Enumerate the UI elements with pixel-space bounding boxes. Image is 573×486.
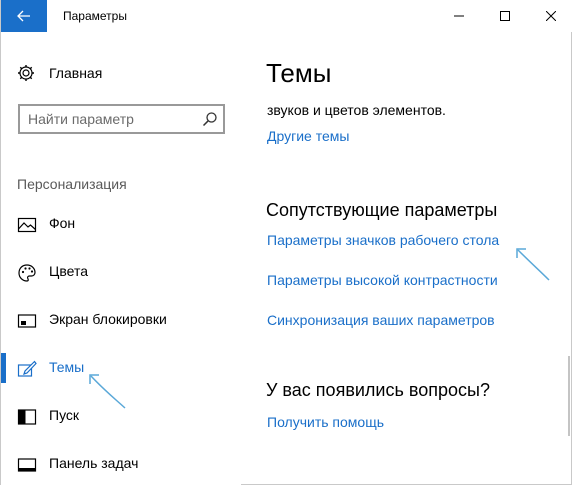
close-button[interactable] [528, 0, 573, 32]
sidebar-item-background[interactable]: Фон [1, 205, 241, 245]
sidebar-item-label: Фон [49, 215, 76, 231]
maximize-icon [500, 11, 510, 21]
sync-settings-link[interactable]: Синхронизация ваших параметров [267, 312, 495, 328]
sidebar-item-label: Темы [49, 359, 85, 375]
sidebar-item-colors[interactable]: Цвета [1, 253, 241, 293]
get-help-link[interactable]: Получить помощь [267, 414, 384, 430]
settings-window: Параметры Главная Персонализация [0, 0, 573, 486]
brush-icon [17, 360, 37, 377]
window-title: Параметры [63, 9, 127, 23]
home-nav-item[interactable] [17, 64, 35, 82]
lock-screen-icon [17, 314, 37, 328]
high-contrast-settings-link[interactable]: Параметры высокой контрастности [267, 272, 498, 288]
active-indicator [1, 353, 6, 383]
other-themes-link[interactable]: Другие темы [267, 128, 349, 144]
title-bar: Параметры [1, 0, 573, 32]
related-settings-heading: Сопутствующие параметры [266, 200, 498, 220]
taskbar-icon [17, 458, 37, 472]
sidebar-item-label: Пуск [49, 407, 80, 423]
sidebar-item-lock-screen[interactable]: Экран блокировки [1, 301, 241, 341]
minimize-button[interactable] [436, 0, 482, 32]
start-icon [17, 409, 37, 425]
description-text: звуков и цветов элементов. [267, 102, 446, 118]
close-icon [546, 11, 556, 21]
palette-icon [18, 264, 36, 282]
gear-icon [18, 65, 34, 81]
sidebar-item-label: Экран блокировки [49, 311, 167, 327]
search-icon[interactable] [201, 110, 219, 128]
sidebar-item-label: Цвета [49, 263, 88, 279]
section-label-personalization: Персонализация [17, 176, 127, 192]
back-button[interactable] [1, 0, 47, 32]
desktop-icon-settings-link[interactable]: Параметры значков рабочего стола [267, 232, 499, 248]
image-icon [17, 217, 37, 233]
annotation-arrow-icon [516, 248, 550, 281]
sidebar-item-taskbar[interactable]: Панель задач [1, 445, 241, 485]
minimize-icon [454, 15, 464, 17]
home-label[interactable]: Главная [49, 65, 102, 81]
annotation-arrow-icon [89, 374, 126, 409]
sidebar-item-label: Панель задач [49, 455, 139, 471]
back-arrow-icon [17, 10, 30, 22]
search-box[interactable] [18, 104, 225, 134]
questions-heading: У вас появились вопросы? [266, 380, 490, 400]
scrollbar[interactable] [568, 356, 570, 436]
maximize-button[interactable] [482, 0, 528, 32]
search-input[interactable] [28, 110, 198, 128]
page-title: Темы [266, 58, 332, 88]
